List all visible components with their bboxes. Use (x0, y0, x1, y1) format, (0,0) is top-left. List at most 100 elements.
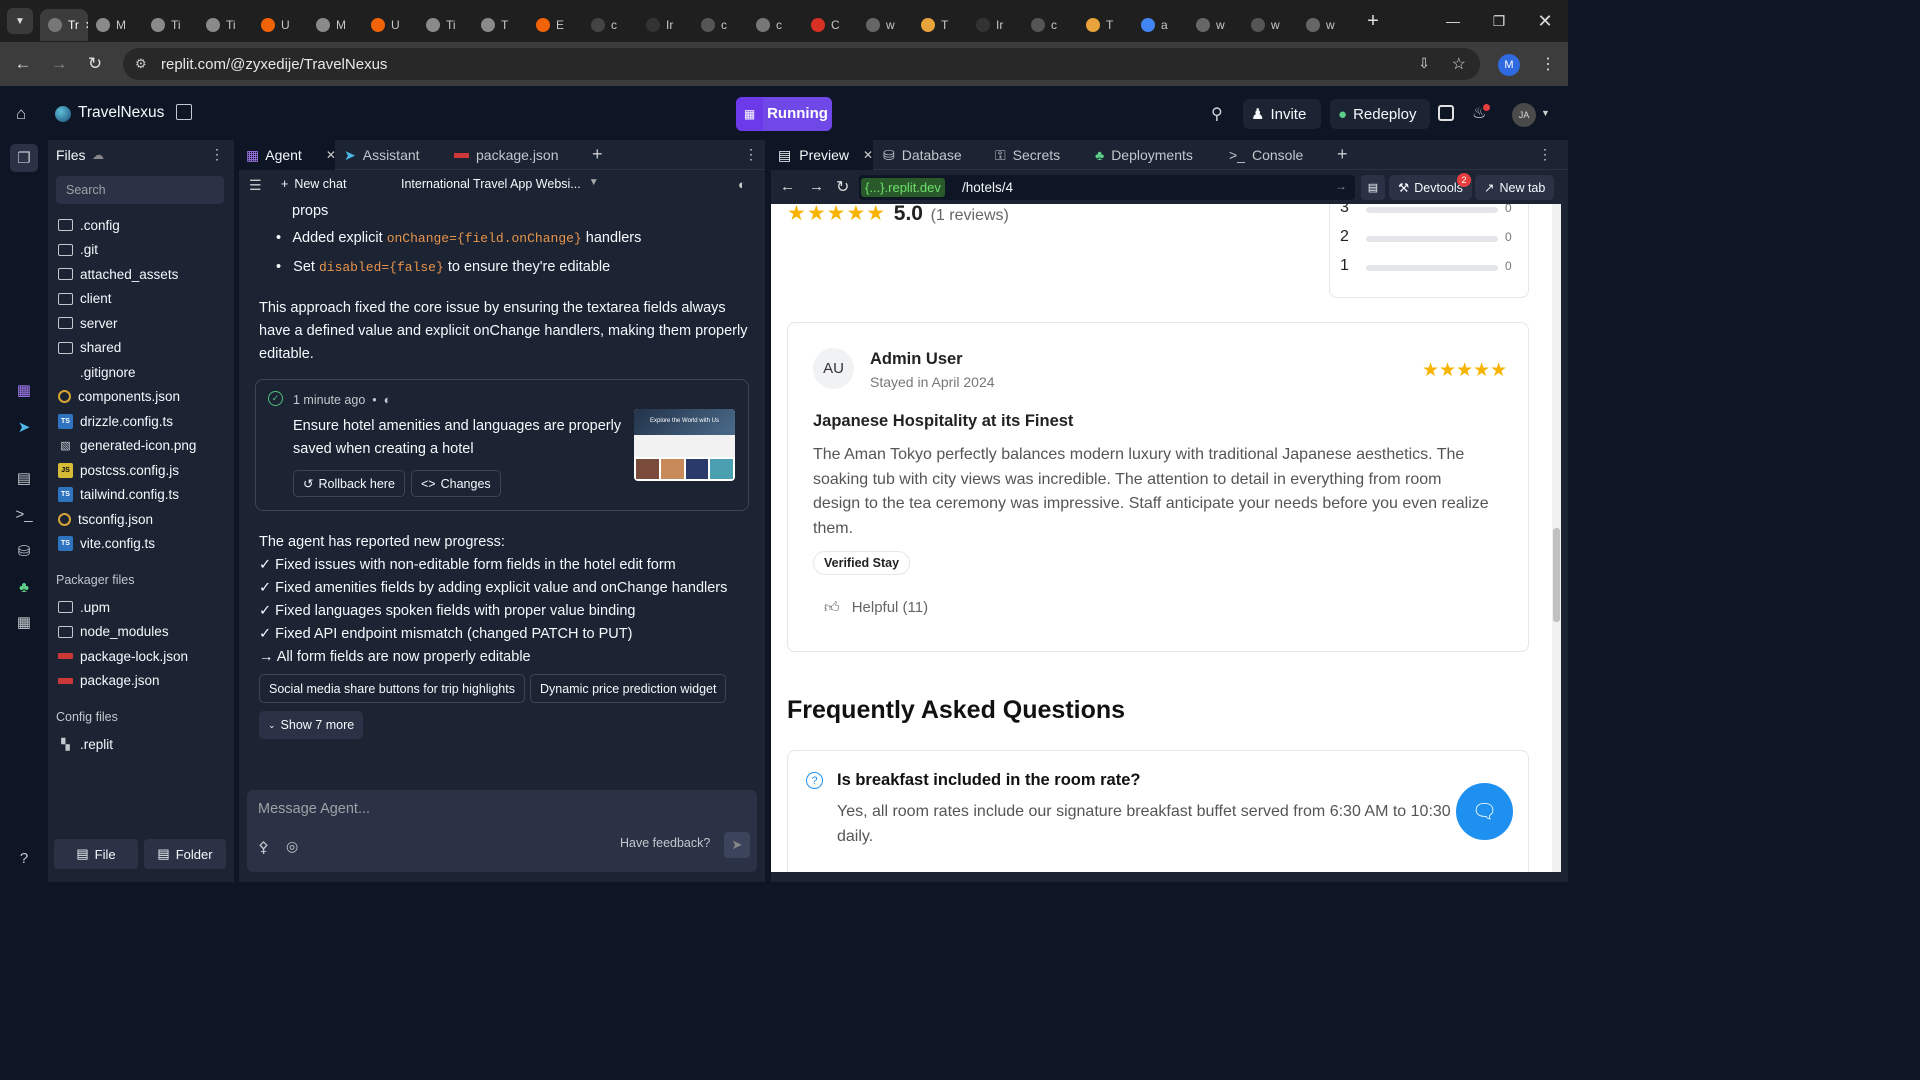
file-item[interactable]: tsconfig.json (58, 508, 153, 530)
changes-button[interactable]: <> Changes (411, 470, 501, 497)
send-icon[interactable]: ➤ (724, 832, 750, 858)
browser-tab[interactable]: w (1243, 9, 1298, 41)
files-toggle-icon[interactable]: ❐ (10, 144, 38, 172)
browser-tab[interactable]: a (1133, 9, 1188, 41)
profile-avatar[interactable]: M (1498, 54, 1520, 76)
database-icon[interactable]: ⛁ (12, 539, 36, 563)
close-tab-icon[interactable]: ✕ (326, 148, 336, 162)
new-tab-button[interactable]: ↗ New tab (1475, 175, 1555, 200)
browser-tab[interactable]: Ti (198, 9, 253, 41)
panel-menu-icon[interactable]: ⋮ (744, 146, 758, 163)
chat-fab-button[interactable]: 🗨︎ (1456, 783, 1513, 840)
chat-title-dropdown[interactable]: International Travel App Websi... ▼ (401, 177, 599, 191)
redeploy-button[interactable]: ● Redeploy (1330, 99, 1430, 129)
install-app-icon[interactable]: ⇩ (1418, 55, 1430, 72)
close-tab-icon[interactable]: ✕ (863, 148, 873, 162)
file-item[interactable]: components.json (58, 386, 180, 408)
browser-tab[interactable]: Ti (418, 9, 473, 41)
file-item[interactable]: package.json (58, 670, 160, 692)
new-tab-plus-icon[interactable]: + (1355, 3, 1391, 39)
all-tools-icon[interactable]: ▦ (12, 610, 36, 634)
files-menu-icon[interactable]: ⋮ (210, 146, 224, 163)
add-tab-icon[interactable]: + (592, 144, 603, 165)
tab-secrets[interactable]: ⚿ Secrets (995, 147, 1060, 164)
star-bookmark-icon[interactable]: ☆ (1452, 54, 1466, 74)
browser-tab[interactable]: Ir (968, 9, 1023, 41)
address-bar[interactable]: ⚙ replit.com/@zyxedije/TravelNexus ☆ ⇩ (123, 48, 1480, 80)
add-tab-icon[interactable]: + (1337, 144, 1348, 165)
device-icon[interactable]: ▤ (1361, 175, 1385, 200)
rollback-button[interactable]: ↺ Rollback here (293, 470, 405, 497)
chat-history-icon[interactable]: ☰ (249, 177, 262, 194)
faq-item[interactable]: ? Is breakfast included in the room rate… (787, 750, 1529, 872)
kebab-menu-icon[interactable]: ⋮ (1540, 54, 1556, 74)
tab-package-json[interactable]: package.json (454, 147, 559, 163)
back-arrow-icon[interactable]: ← (5, 46, 41, 82)
assistant-icon[interactable]: ➤ (12, 415, 36, 439)
new-folder-button[interactable]: ▤ Folder (144, 839, 226, 869)
project-info-icon[interactable] (176, 104, 192, 120)
new-chat-button[interactable]: + New chat (281, 177, 346, 191)
preview-back-icon[interactable]: ← (780, 178, 795, 195)
minimize-icon[interactable]: — (1430, 0, 1476, 42)
browser-tab[interactable]: M (88, 9, 143, 41)
checkpoint-thumbnail[interactable]: Explore the World with Us (634, 409, 735, 481)
browser-tab[interactable]: Ir (638, 9, 693, 41)
user-avatar[interactable]: JA (1512, 103, 1536, 127)
browser-tab[interactable]: U (253, 9, 308, 41)
run-button[interactable]: ▦ Running (736, 97, 832, 131)
site-info-icon[interactable]: ⚙ (135, 56, 147, 72)
files-search-input[interactable]: Search (56, 176, 224, 204)
browser-tab[interactable]: c (748, 9, 803, 41)
helpful-button[interactable]: 👍︎ Helpful (11) (824, 599, 928, 617)
file-item[interactable]: node_modules (58, 621, 169, 643)
browser-tab[interactable]: c (583, 9, 638, 41)
workspace-switch-icon[interactable] (1438, 105, 1454, 121)
file-item[interactable]: TS tailwind.config.ts (58, 484, 179, 506)
preview-monitor-icon[interactable]: ▤ (12, 466, 36, 490)
file-item[interactable]: attached_assets (58, 263, 178, 285)
deployments-icon[interactable]: ♣ (12, 575, 36, 599)
file-item[interactable]: package-lock.json (58, 645, 188, 667)
browser-tab[interactable]: E (528, 9, 583, 41)
file-item[interactable]: TS vite.config.ts (58, 533, 155, 555)
browser-tab[interactable]: Tr✕ (40, 9, 88, 41)
browser-tab[interactable]: w (1188, 9, 1243, 41)
preview-forward-icon[interactable]: → (809, 178, 824, 195)
browser-tab[interactable]: T (1078, 9, 1133, 41)
suggestion-chip-1[interactable]: Social media share buttons for trip high… (259, 674, 525, 703)
file-item[interactable]: .config (58, 214, 120, 236)
file-item[interactable]: client (58, 288, 112, 310)
browser-tab[interactable]: C (803, 9, 858, 41)
tab-agent[interactable]: ▦ Agent ✕ (239, 140, 336, 170)
target-icon[interactable]: ◎ (286, 838, 298, 855)
browser-tab[interactable]: w (1298, 9, 1353, 41)
preview-url-bar[interactable]: {...}.replit.dev /hotels/4 → (859, 175, 1355, 200)
forward-arrow-icon[interactable]: → (41, 46, 77, 82)
file-item[interactable]: shared (58, 337, 121, 359)
tab-preview[interactable]: ▤ Preview ✕ (771, 140, 873, 170)
new-file-button[interactable]: ▤ File (54, 839, 138, 869)
help-icon[interactable]: ? (12, 846, 36, 870)
message-input[interactable]: Message Agent... (258, 801, 370, 817)
search-icon[interactable]: ⚲ (1211, 104, 1223, 124)
invite-button[interactable]: ♟ Invite (1243, 99, 1321, 129)
browser-tab[interactable]: w (858, 9, 913, 41)
preview-reload-icon[interactable]: ↻ (836, 177, 849, 197)
file-item[interactable]: TS drizzle.config.ts (58, 410, 173, 432)
suggestion-chip-2[interactable]: Dynamic price prediction widget (530, 674, 727, 703)
file-item[interactable]: JS postcss.config.js (58, 459, 179, 481)
browser-tab[interactable]: c (1023, 9, 1078, 41)
tab-console[interactable]: >_ Console (1229, 147, 1303, 163)
file-item[interactable]: .upm (58, 596, 110, 618)
tab-assistant[interactable]: ➤ Assistant (344, 147, 420, 164)
go-arrow-icon[interactable]: → (1335, 179, 1347, 193)
file-item[interactable]: ▧ generated-icon.png (58, 435, 196, 457)
console-icon[interactable]: >_ (12, 502, 36, 526)
tab-deployments[interactable]: ♣ Deployments (1095, 147, 1193, 163)
browser-tab[interactable]: M (308, 9, 363, 41)
file-item[interactable]: server (58, 312, 118, 334)
scrollbar-thumb[interactable] (1553, 528, 1560, 622)
restore-icon[interactable]: ❐ (1476, 0, 1522, 42)
feedback-link[interactable]: Have feedback? (620, 836, 710, 850)
